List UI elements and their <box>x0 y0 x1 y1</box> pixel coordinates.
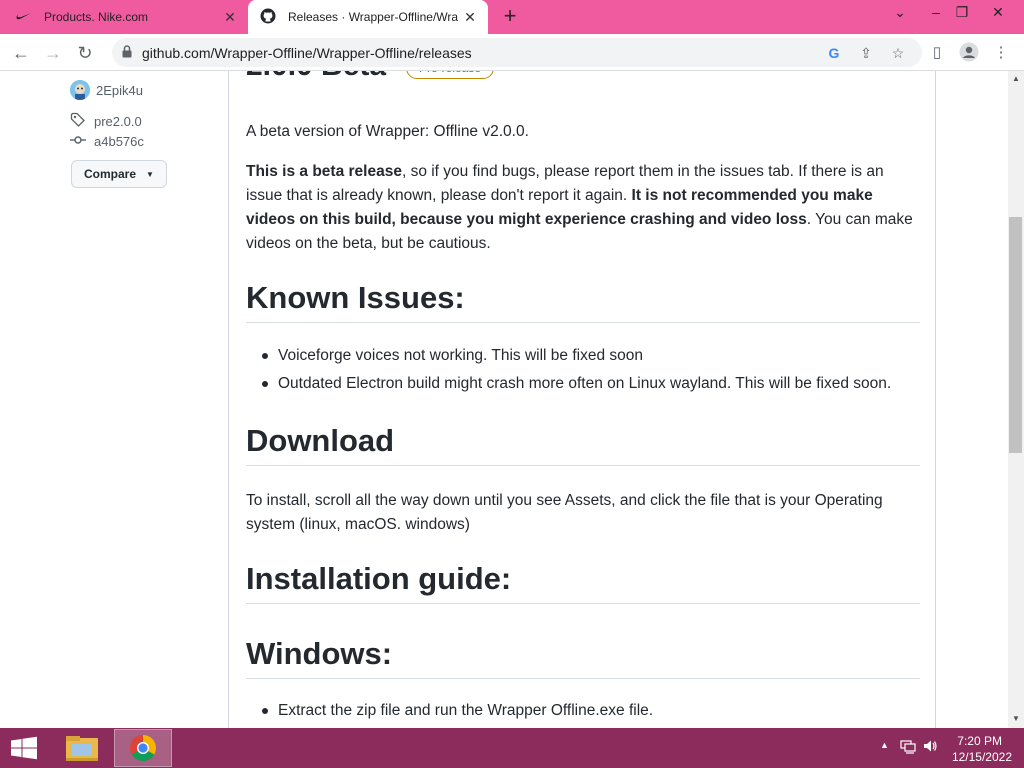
tab-nike[interactable]: Products. Nike.com ✕ <box>0 0 248 34</box>
scrollbar-thumb[interactable] <box>1009 217 1022 453</box>
release-intro: A beta version of Wrapper: Offline v2.0.… <box>246 123 529 140</box>
menu-kebab-icon[interactable]: ⋮ <box>990 42 1012 64</box>
beta-warning-paragraph: This is a beta release, so if you find b… <box>246 160 920 256</box>
download-paragraph: To install, scroll all the way down unti… <box>246 492 883 533</box>
commit-icon <box>70 134 86 149</box>
forward-icon[interactable]: → <box>40 40 66 66</box>
show-hidden-icons-icon[interactable]: ▲ <box>880 740 889 750</box>
side-panel-icon[interactable]: ▯ <box>926 42 948 64</box>
tab-search-chevron-icon[interactable]: ⌄ <box>882 0 918 28</box>
known-issues-heading: Known Issues: <box>246 280 920 323</box>
browser-toolbar: ← → ↻ github.com/Wrapper-Offline/Wrapper… <box>0 34 1024 71</box>
list-item: Extract the zip file and run the Wrapper… <box>262 702 653 720</box>
avatar <box>70 80 90 100</box>
share-icon[interactable]: ⇪ <box>856 43 876 63</box>
caret-down-icon: ▼ <box>146 169 154 179</box>
scroll-down-icon[interactable]: ▼ <box>1008 711 1024 727</box>
author-name: 2Epik4u <box>96 82 143 98</box>
profile-avatar-icon[interactable] <box>958 42 980 64</box>
download-heading: Download <box>246 423 920 466</box>
tag-name: pre2.0.0 <box>94 114 142 129</box>
github-icon <box>260 8 276 27</box>
back-icon[interactable]: ← <box>8 40 34 66</box>
list-item-text: Extract the zip file and run the Wrapper… <box>278 702 654 719</box>
warning-bold-1: This is a beta release <box>246 163 402 180</box>
commit-link[interactable]: a4b576c <box>70 134 144 149</box>
close-window-icon[interactable]: ✕ <box>980 0 1016 28</box>
close-icon[interactable]: ✕ <box>462 9 478 25</box>
chrome-taskbar-button[interactable] <box>114 729 172 767</box>
list-item-text: Outdated Electron build might crash more… <box>278 375 892 392</box>
release-title[interactable]: 2.0.0 Beta <box>246 71 386 83</box>
lock-icon[interactable] <box>122 45 132 58</box>
tab-title: Products. Nike.com <box>44 10 149 24</box>
clock-date[interactable]: 12/15/2022 <box>952 750 1012 764</box>
new-tab-button[interactable]: + <box>498 5 522 29</box>
installation-guide-heading: Installation guide: <box>246 561 920 604</box>
address-bar[interactable]: github.com/Wrapper-Offline/Wrapper-Offli… <box>112 38 922 67</box>
tab-github-releases[interactable]: Releases · Wrapper-Offline/Wrap ✕ <box>248 0 488 34</box>
page-scrollbar[interactable]: ▲ ▼ <box>1008 71 1024 728</box>
list-item: Outdated Electron build might crash more… <box>262 375 891 393</box>
clock-time[interactable]: 7:20 PM <box>957 734 1002 748</box>
windows-heading: Windows: <box>246 636 920 679</box>
file-explorer-icon[interactable] <box>58 730 106 766</box>
restore-icon[interactable]: ❐ <box>944 0 980 28</box>
close-icon[interactable]: ✕ <box>222 9 238 25</box>
compare-label: Compare <box>84 167 137 181</box>
network-icon[interactable] <box>900 738 916 757</box>
bullet <box>262 381 268 387</box>
browser-tab-strip: Products. Nike.com ✕ Releases · Wrapper-… <box>0 0 1024 34</box>
commit-hash: a4b576c <box>94 134 144 149</box>
prerelease-badge: Pre-release <box>406 71 495 79</box>
system-tray: ▲ 7:20 PM 12/15/2022 <box>864 728 1024 768</box>
list-item: Voiceforge voices not working. This will… <box>262 347 643 365</box>
page-content: 2Epik4u pre2.0.0 a4b576c Compare ▼ 2.0.0… <box>0 71 1008 728</box>
list-item-text: Voiceforge voices not working. This will… <box>278 347 644 364</box>
scroll-up-icon[interactable]: ▲ <box>1008 71 1024 87</box>
reload-icon[interactable]: ↻ <box>72 40 98 66</box>
tab-title: Releases · Wrapper-Offline/Wrap <box>288 10 458 24</box>
tag-icon <box>70 112 86 131</box>
volume-icon[interactable] <box>922 738 938 757</box>
windows-start-button[interactable] <box>0 728 48 768</box>
nike-swoosh-icon <box>16 10 32 24</box>
tag-link[interactable]: pre2.0.0 <box>70 112 142 131</box>
url-text: github.com/Wrapper-Offline/Wrapper-Offli… <box>142 45 472 61</box>
bullet <box>262 353 268 359</box>
compare-button[interactable]: Compare ▼ <box>71 160 167 188</box>
google-lens-icon[interactable]: G <box>824 43 844 63</box>
bullet <box>262 708 268 714</box>
windows-taskbar: ▲ 7:20 PM 12/15/2022 <box>0 728 1024 768</box>
author-link[interactable]: 2Epik4u <box>70 80 143 100</box>
bookmark-star-icon[interactable]: ☆ <box>888 43 908 63</box>
